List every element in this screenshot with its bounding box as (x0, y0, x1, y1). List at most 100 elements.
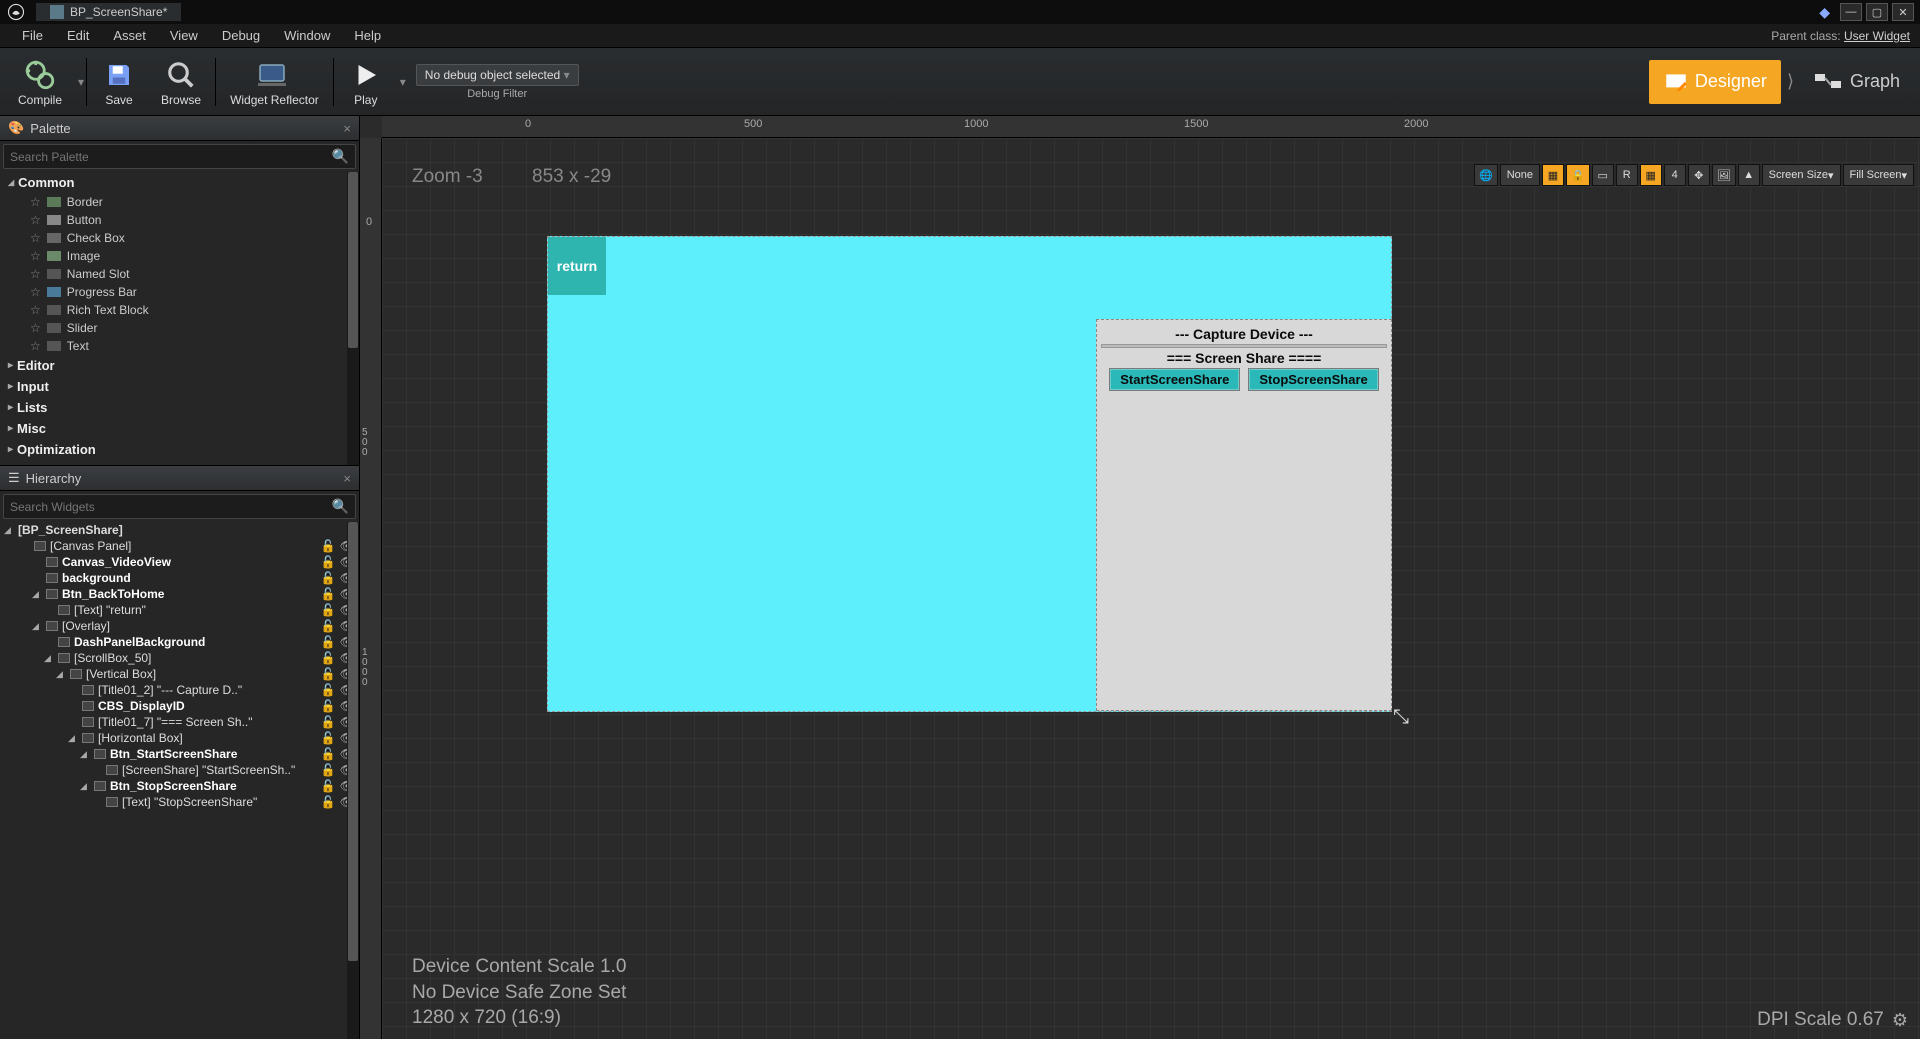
hierarchy-scrollbar[interactable] (347, 522, 359, 1039)
lock-icon[interactable]: 🔓 (321, 635, 336, 649)
marketplace-icon[interactable]: ◆ (1819, 4, 1830, 21)
palette-item-border[interactable]: ☆Border (0, 193, 359, 211)
hierarchy-row[interactable]: ◢Btn_StopScreenShare🔓👁 (0, 778, 359, 794)
hierarchy-row[interactable]: ◢[Overlay]🔓👁 (0, 618, 359, 634)
menu-window[interactable]: Window (272, 28, 342, 43)
stop-screen-share-button[interactable]: StopScreenShare (1248, 368, 1378, 391)
arrows-icon[interactable]: ✥ (1688, 164, 1710, 186)
play-dropdown[interactable]: ▾ (400, 75, 406, 89)
grid-snap-value[interactable]: 4 (1664, 164, 1686, 186)
localize-select[interactable]: None (1500, 164, 1540, 186)
hierarchy-row[interactable]: [Text] "return"🔓👁 (0, 602, 359, 618)
category-common[interactable]: Common (0, 172, 359, 193)
loc-preview-icon[interactable]: ▲ (1738, 164, 1760, 186)
image-icon[interactable]: 🖼 (1712, 164, 1736, 186)
palette-item-richtext[interactable]: ☆Rich Text Block (0, 301, 359, 319)
gear-icon[interactable]: ⚙ (1892, 1010, 1908, 1031)
compile-dropdown[interactable]: ▾ (78, 75, 84, 89)
palette-item-slider[interactable]: ☆Slider (0, 319, 359, 337)
menu-asset[interactable]: Asset (101, 28, 158, 43)
lock-icon[interactable]: 🔓 (321, 731, 336, 745)
lock-icon[interactable]: 🔓 (321, 667, 336, 681)
menu-debug[interactable]: Debug (210, 28, 272, 43)
category-editor[interactable]: Editor (0, 355, 359, 376)
dash-panel[interactable]: --- Capture Device --- === Screen Share … (1096, 319, 1392, 711)
hierarchy-row[interactable]: CBS_DisplayID🔓👁 (0, 698, 359, 714)
menu-help[interactable]: Help (342, 28, 393, 43)
widget-reflector-button[interactable]: Widget Reflector (218, 48, 331, 115)
palette-search[interactable]: 🔍 (3, 144, 356, 169)
canvas-background[interactable]: Zoom -3 853 x -29 🌐 None ▦ 🔒 ▭ R ▦ 4 ✥ 🖼… (382, 138, 1920, 1039)
palette-header[interactable]: 🎨 Palette × (0, 116, 359, 141)
respect-locks-button[interactable]: R (1616, 164, 1638, 186)
parent-class-link[interactable]: User Widget (1844, 29, 1910, 43)
lock-icon[interactable]: 🔒 (1566, 164, 1590, 186)
lock-icon[interactable]: 🔓 (321, 779, 336, 793)
lock-icon[interactable]: 🔓 (321, 539, 336, 553)
layout-dashed-icon[interactable]: ▦ (1542, 164, 1564, 186)
lock-icon[interactable]: 🔓 (321, 795, 336, 809)
hierarchy-row[interactable]: [Title01_7] "=== Screen Sh.."🔓👁 (0, 714, 359, 730)
hierarchy-row[interactable]: [ScreenShare] "StartScreenSh.."🔓👁 (0, 762, 359, 778)
save-button[interactable]: Save (89, 48, 149, 115)
hierarchy-root[interactable]: ◢[BP_ScreenShare] (0, 522, 359, 538)
minimize-button[interactable]: — (1840, 3, 1862, 21)
hierarchy-row[interactable]: ◢[Vertical Box]🔓👁 (0, 666, 359, 682)
localize-icon[interactable]: 🌐 (1474, 164, 1498, 186)
graph-mode-button[interactable]: Graph (1800, 60, 1914, 104)
compile-button[interactable]: Compile (6, 48, 74, 115)
lock-icon[interactable]: 🔓 (321, 651, 336, 665)
hierarchy-row[interactable]: [Text] "StopScreenShare"🔓👁 (0, 794, 359, 810)
maximize-button[interactable]: ▢ (1866, 3, 1888, 21)
palette-item-button[interactable]: ☆Button (0, 211, 359, 229)
lock-icon[interactable]: 🔓 (321, 747, 336, 761)
close-button[interactable]: ✕ (1892, 3, 1914, 21)
palette-search-input[interactable] (10, 150, 332, 164)
debug-object-select[interactable]: No debug object selected ▾ (416, 64, 579, 86)
hierarchy-row[interactable]: background🔓👁 (0, 570, 359, 586)
palette-item-image[interactable]: ☆Image (0, 247, 359, 265)
category-lists[interactable]: Lists (0, 397, 359, 418)
lock-icon[interactable]: 🔓 (321, 715, 336, 729)
hierarchy-row[interactable]: ◢[Horizontal Box]🔓👁 (0, 730, 359, 746)
menu-file[interactable]: File (10, 28, 55, 43)
lock-icon[interactable]: 🔓 (321, 619, 336, 633)
hierarchy-row[interactable]: [Canvas Panel]🔓👁 (0, 538, 359, 554)
return-button[interactable]: return (548, 237, 606, 295)
hierarchy-row[interactable]: Canvas_VideoView🔓👁 (0, 554, 359, 570)
play-button[interactable]: Play (336, 48, 396, 115)
lock-icon[interactable]: 🔓 (321, 603, 336, 617)
grid-icon[interactable]: ▦ (1640, 164, 1662, 186)
fill-screen-select[interactable]: Fill Screen▾ (1843, 164, 1915, 186)
hierarchy-row[interactable]: ◢Btn_BackToHome🔓👁 (0, 586, 359, 602)
palette-item-text[interactable]: ☆Text (0, 337, 359, 355)
lock-icon[interactable]: 🔓 (321, 555, 336, 569)
hierarchy-row[interactable]: ◢Btn_StartScreenShare🔓👁 (0, 746, 359, 762)
palette-item-progressbar[interactable]: ☆Progress Bar (0, 283, 359, 301)
category-misc[interactable]: Misc (0, 418, 359, 439)
category-optimization[interactable]: Optimization (0, 439, 359, 460)
screen-size-select[interactable]: Screen Size▾ (1762, 164, 1841, 186)
lock-icon[interactable]: 🔓 (321, 763, 336, 777)
designer-viewport[interactable]: 0 500 1000 1500 2000 0 500 1000 Zoom -3 … (360, 116, 1920, 1039)
menu-view[interactable]: View (158, 28, 210, 43)
hierarchy-header[interactable]: ☰ Hierarchy × (0, 466, 359, 491)
category-input[interactable]: Input (0, 376, 359, 397)
canvas-panel-widget[interactable]: return --- Capture Device --- === Screen… (547, 236, 1392, 712)
outline-icon[interactable]: ▭ (1592, 164, 1614, 186)
palette-item-checkbox[interactable]: ☆Check Box (0, 229, 359, 247)
hierarchy-row[interactable]: DashPanelBackground🔓👁 (0, 634, 359, 650)
hierarchy-row[interactable]: [Title01_2] "--- Capture D.."🔓👁 (0, 682, 359, 698)
start-screen-share-button[interactable]: StartScreenShare (1109, 368, 1240, 391)
hierarchy-row[interactable]: ◢[ScrollBox_50]🔓👁 (0, 650, 359, 666)
designer-mode-button[interactable]: Designer (1649, 60, 1781, 104)
browse-button[interactable]: Browse (149, 48, 213, 115)
hierarchy-search-input[interactable] (10, 500, 332, 514)
palette-scrollbar[interactable] (347, 172, 359, 465)
document-tab[interactable]: BP_ScreenShare* (36, 3, 181, 21)
lock-icon[interactable]: 🔓 (321, 699, 336, 713)
capture-device-combobox[interactable] (1101, 344, 1387, 348)
menu-edit[interactable]: Edit (55, 28, 101, 43)
lock-icon[interactable]: 🔓 (321, 587, 336, 601)
lock-icon[interactable]: 🔓 (321, 571, 336, 585)
